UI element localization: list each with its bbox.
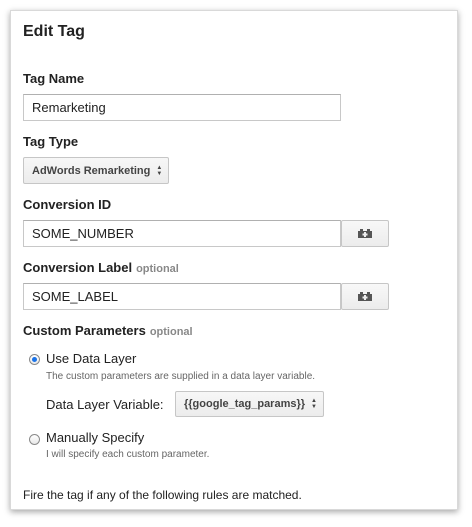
conversion-label-label: Conversion Label optional — [23, 260, 179, 275]
tag-name-label: Tag Name — [23, 71, 85, 86]
manually-specify-description: I will specify each custom parameter. — [46, 449, 210, 460]
conversion-id-macro-button[interactable] — [341, 220, 389, 247]
macro-icon — [358, 229, 372, 238]
tag-type-selected: AdWords Remarketing — [32, 164, 151, 177]
tag-name-value: Remarketing — [32, 100, 106, 115]
manually-specify-radio[interactable] — [29, 434, 40, 445]
conversion-label-label-text: Conversion Label — [23, 260, 133, 275]
dialog-title: Edit Tag — [23, 23, 85, 40]
data-layer-variable-label: Data Layer Variable: — [46, 397, 164, 412]
tag-name-input[interactable]: Remarketing — [23, 94, 341, 121]
tag-type-select[interactable]: AdWords Remarketing ▲ ▼ — [23, 157, 170, 184]
edit-tag-panel: Edit Tag Tag Name Remarketing Tag Type A… — [10, 10, 458, 510]
conversion-id-input[interactable]: SOME_NUMBER — [23, 220, 341, 247]
select-arrows-icon: ▲ ▼ — [156, 164, 163, 177]
data-layer-variable-selected: {{google_tag_params}} — [184, 398, 306, 410]
custom-parameters-label-text: Custom Parameters — [23, 323, 146, 338]
use-data-layer-radio[interactable] — [29, 354, 40, 365]
select-arrows-icon: ▲ ▼ — [311, 398, 317, 410]
conversion-id-label: Conversion ID — [23, 197, 112, 212]
conversion-id-value: SOME_NUMBER — [32, 226, 134, 241]
conversion-label-macro-button[interactable] — [341, 283, 389, 310]
use-data-layer-label[interactable]: Use Data Layer — [46, 351, 136, 366]
conversion-label-value: SOME_LABEL — [32, 289, 118, 304]
manually-specify-label[interactable]: Manually Specify — [46, 430, 144, 445]
use-data-layer-description: The custom parameters are supplied in a … — [46, 371, 316, 382]
custom-parameters-label: Custom Parameters optional — [23, 323, 193, 338]
optional-tag: optional — [149, 326, 193, 338]
data-layer-variable-select[interactable]: {{google_tag_params}} ▲ ▼ — [175, 391, 324, 417]
conversion-label-input[interactable]: SOME_LABEL — [23, 283, 341, 310]
optional-tag: optional — [136, 263, 179, 275]
tag-type-label: Tag Type — [23, 134, 79, 149]
rules-intro-text: Fire the tag if any of the following rul… — [23, 488, 302, 502]
macro-icon — [358, 292, 372, 301]
